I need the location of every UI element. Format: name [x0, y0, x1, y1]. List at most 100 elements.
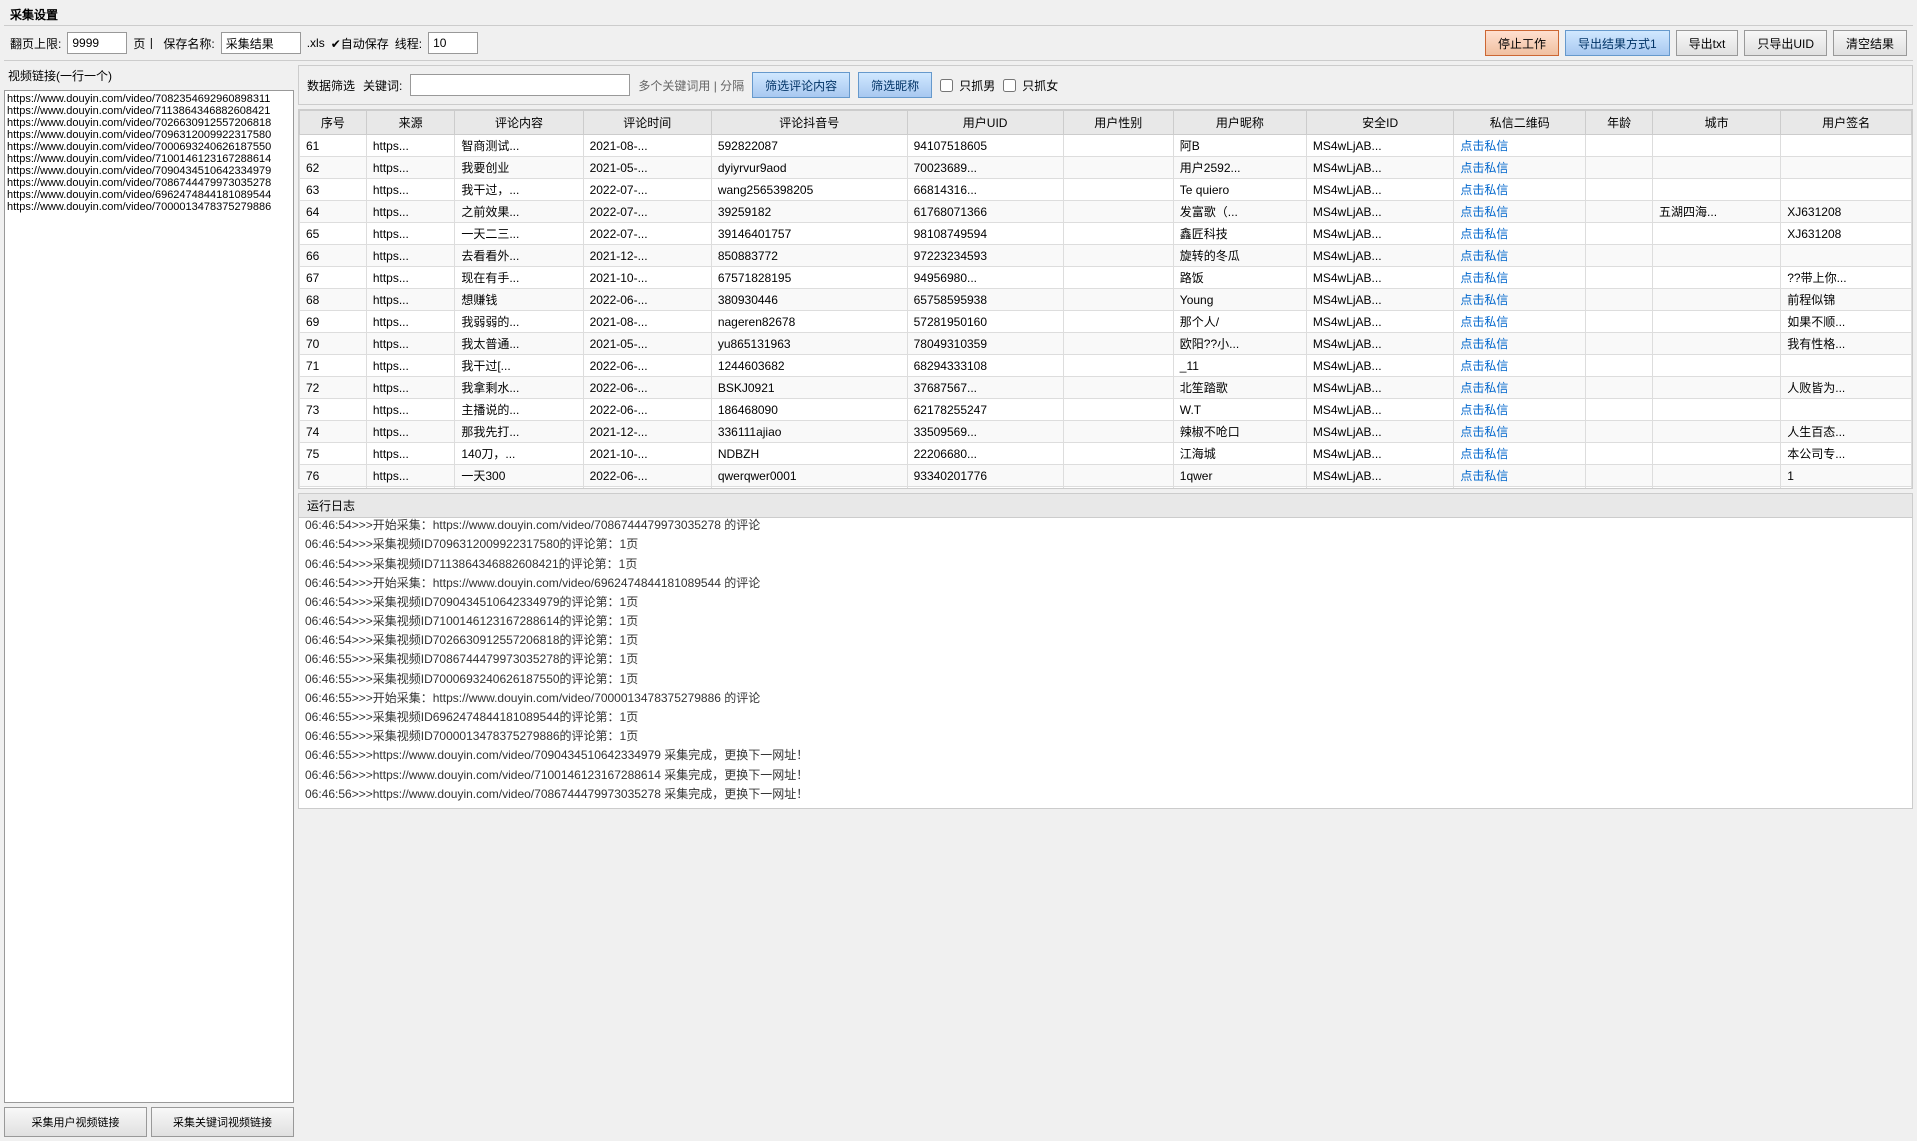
table-cell: 186468090: [711, 399, 907, 421]
table-row[interactable]: 68https...想赚钱2022-06-...3809304466575859…: [300, 289, 1912, 311]
auto-save-label[interactable]: ✔自动保存: [331, 35, 389, 52]
table-cell[interactable]: 点击私信: [1454, 179, 1586, 201]
table-cell: 67: [300, 267, 367, 289]
table-row[interactable]: 73https...主播说的...2022-06-...186468090621…: [300, 399, 1912, 421]
table-container[interactable]: 序号来源评论内容评论时间评论抖音号用户UID用户性别用户昵称安全ID私信二维码年…: [298, 109, 1913, 489]
table-cell: 我太普通...: [455, 333, 583, 355]
table-cell[interactable]: 点击私信: [1454, 267, 1586, 289]
thread-input[interactable]: [428, 32, 478, 54]
table-row[interactable]: 69https...我弱弱的...2021-08-...nageren82678…: [300, 311, 1912, 333]
left-panel: 视频链接(一行一个) 采集用户视频链接 采集关键词视频链接: [4, 65, 294, 1137]
export-txt-button[interactable]: 导出txt: [1676, 30, 1739, 56]
video-links-input[interactable]: [4, 90, 294, 1103]
table-row[interactable]: 63https...我干过，...2022-07-...wang25653982…: [300, 179, 1912, 201]
data-table: 序号来源评论内容评论时间评论抖音号用户UID用户性别用户昵称安全ID私信二维码年…: [299, 110, 1912, 489]
table-cell: 我拿剩水...: [455, 377, 583, 399]
table-row[interactable]: 74https...那我先打...2021-12-...336111ajiao3…: [300, 421, 1912, 443]
only-male-checkbox[interactable]: [940, 79, 953, 92]
table-cell: [1063, 421, 1173, 443]
keyword-input[interactable]: [410, 74, 630, 96]
table-cell: [1653, 421, 1781, 443]
table-cell: 94956980...: [907, 267, 1063, 289]
table-cell[interactable]: 点击私信: [1454, 201, 1586, 223]
table-cell: 75: [300, 443, 367, 465]
filter-bar-title: 数据筛选: [307, 77, 355, 94]
only-female-label[interactable]: 只抓女: [1003, 77, 1058, 94]
table-row[interactable]: 75https...140刀，...2021-10-...NDBZH222066…: [300, 443, 1912, 465]
table-row[interactable]: 61https...智商测试...2021-08-...592822087941…: [300, 135, 1912, 157]
table-cell: 人败皆为...: [1781, 377, 1912, 399]
table-cell: 69: [300, 311, 367, 333]
table-header-cell: 序号: [300, 111, 367, 135]
table-cell: yu865131963: [711, 333, 907, 355]
table-cell: [1586, 487, 1653, 490]
table-cell: [1781, 399, 1912, 421]
table-cell: [1586, 179, 1653, 201]
table-cell: 2022-06-...: [583, 399, 711, 421]
table-cell: 37687567...: [907, 377, 1063, 399]
table-cell[interactable]: 点击私信: [1454, 355, 1586, 377]
table-cell[interactable]: 点击私信: [1454, 135, 1586, 157]
only-male-label[interactable]: 只抓男: [940, 77, 995, 94]
table-cell[interactable]: 点击私信: [1454, 421, 1586, 443]
table-cell[interactable]: 点击私信: [1454, 377, 1586, 399]
table-row[interactable]: 72https...我拿剩水...2022-06-...BSKJ09213768…: [300, 377, 1912, 399]
table-row[interactable]: 66https...去看看外...2021-12-...850883772972…: [300, 245, 1912, 267]
table-cell[interactable]: 点击私信: [1454, 223, 1586, 245]
table-cell: 2021-10-...: [583, 443, 711, 465]
stop-button[interactable]: 停止工作: [1485, 30, 1559, 56]
table-cell[interactable]: 点击私信: [1454, 157, 1586, 179]
table-cell: [1586, 333, 1653, 355]
table-row[interactable]: 62https...我要创业2021-05-...dyiyrvur9aod700…: [300, 157, 1912, 179]
table-row[interactable]: 77https...我在鞋厂...2021-05-...xiangganghon…: [300, 487, 1912, 490]
table-cell: 用户2592...: [1173, 157, 1306, 179]
table-cell: [1063, 135, 1173, 157]
collect-user-videos-button[interactable]: 采集用户视频链接: [4, 1107, 147, 1137]
table-cell[interactable]: 点击私信: [1454, 465, 1586, 487]
app-title: 采集设置: [4, 4, 1913, 26]
table-row[interactable]: 70https...我太普通...2021-05-...yu8651319637…: [300, 333, 1912, 355]
collect-keyword-videos-button[interactable]: 采集关键词视频链接: [151, 1107, 294, 1137]
page-limit-input[interactable]: [67, 32, 127, 54]
only-female-checkbox[interactable]: [1003, 79, 1016, 92]
table-cell: [1063, 333, 1173, 355]
log-line: 06:46:54>>>开始采集：https://www.douyin.com/v…: [305, 574, 1906, 593]
table-row[interactable]: 76https...一天3002022-06-...qwerqwer000193…: [300, 465, 1912, 487]
table-cell[interactable]: 点击私信: [1454, 245, 1586, 267]
table-cell: https...: [366, 465, 455, 487]
save-name-input[interactable]: [221, 32, 301, 54]
filter-comment-button[interactable]: 筛选评论内容: [752, 72, 850, 98]
table-cell: [1063, 179, 1173, 201]
table-cell: _11: [1173, 355, 1306, 377]
clear-button[interactable]: 清空结果: [1833, 30, 1907, 56]
table-cell: 61768071366: [907, 201, 1063, 223]
table-cell: 1244603682: [711, 355, 907, 377]
table-cell: 我有性格...: [1781, 333, 1912, 355]
table-cell: MS4wLjAB...: [1306, 267, 1454, 289]
table-cell[interactable]: 点击私信: [1454, 399, 1586, 421]
table-cell[interactable]: 点击私信: [1454, 443, 1586, 465]
table-row[interactable]: 64https...之前效果...2022-07-...392591826176…: [300, 201, 1912, 223]
table-row[interactable]: 71https...我干过[...2022-06-...124460368268…: [300, 355, 1912, 377]
table-cell[interactable]: 点击私信: [1454, 333, 1586, 355]
log-content[interactable]: 06:46:54>>>开始采集：https://www.douyin.com/v…: [299, 518, 1912, 808]
log-line: 06:46:54>>>开始采集：https://www.douyin.com/v…: [305, 518, 1906, 535]
table-cell: 2022-07-...: [583, 223, 711, 245]
export1-button[interactable]: 导出结果方式1: [1565, 30, 1670, 56]
table-header-cell: 用户签名: [1781, 111, 1912, 135]
table-cell: 2022-06-...: [583, 355, 711, 377]
table-cell: https...: [366, 333, 455, 355]
table-cell[interactable]: 点击私信: [1454, 487, 1586, 490]
table-cell: 61: [300, 135, 367, 157]
table-cell: 380930446: [711, 289, 907, 311]
filter-nickname-button[interactable]: 筛选昵称: [858, 72, 932, 98]
table-row[interactable]: 65https...一天二三...2022-07-...391464017579…: [300, 223, 1912, 245]
table-cell[interactable]: 点击私信: [1454, 289, 1586, 311]
table-cell: 74: [300, 421, 367, 443]
table-row[interactable]: 67https...现在有手...2021-10-...675718281959…: [300, 267, 1912, 289]
table-cell: [1063, 157, 1173, 179]
table-cell[interactable]: 点击私信: [1454, 311, 1586, 333]
export-uid-button[interactable]: 只导出UID: [1744, 30, 1827, 56]
table-cell: MS4wLjAB...: [1306, 179, 1454, 201]
table-header-cell: 用户昵称: [1173, 111, 1306, 135]
